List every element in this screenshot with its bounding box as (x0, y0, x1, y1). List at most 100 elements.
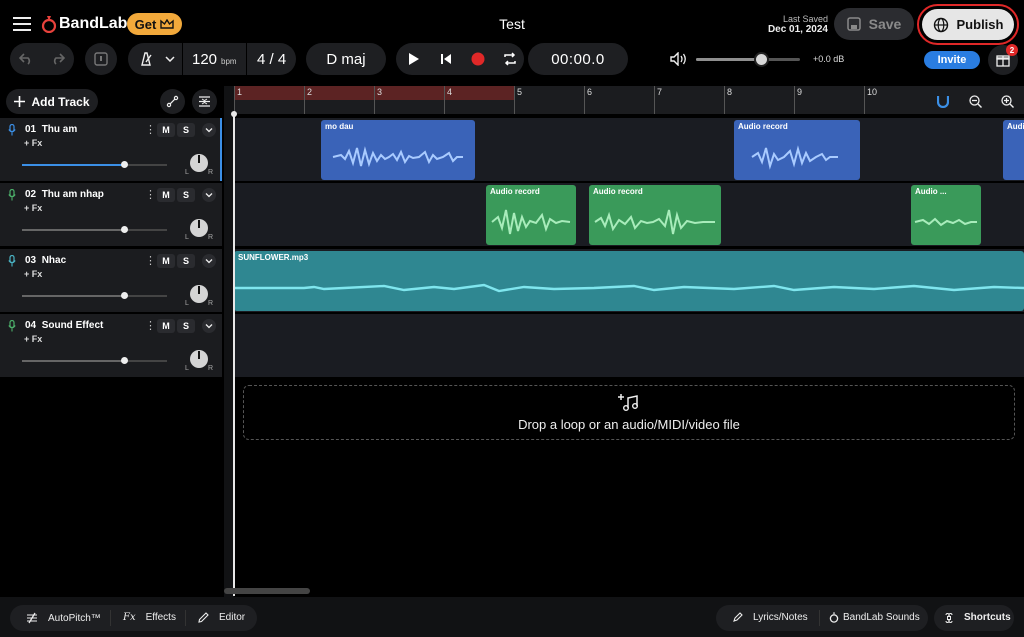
track-header[interactable]: 04 Sound Effect + Fx ⋮ M S L R (0, 314, 222, 378)
get-membership-button[interactable]: Get (127, 13, 182, 35)
track-expand-chevron-icon[interactable] (202, 319, 216, 333)
metronome-icon[interactable] (136, 49, 156, 69)
track-lane[interactable] (234, 314, 1024, 378)
invite-label: Invite (937, 54, 967, 66)
loop-icon[interactable] (500, 49, 520, 69)
zoom-out-icon[interactable] (966, 92, 984, 110)
skip-to-start-icon[interactable] (436, 49, 456, 69)
record-icon[interactable] (468, 49, 488, 69)
add-fx-button[interactable]: + Fx (24, 138, 42, 148)
mute-button[interactable]: M (157, 319, 175, 333)
pan-knob[interactable] (190, 154, 208, 172)
mute-button[interactable]: M (157, 254, 175, 268)
save-button[interactable]: Save (834, 8, 914, 40)
clip-waveform (914, 217, 977, 227)
solo-button[interactable]: S (177, 319, 195, 333)
bandlab-sounds-button[interactable]: BandLab Sounds (829, 612, 920, 623)
pan-knob[interactable] (190, 285, 208, 303)
track-name[interactable]: 03 Nhac (25, 255, 66, 266)
track-expand-chevron-icon[interactable] (202, 254, 216, 268)
add-fx-button[interactable]: + Fx (24, 334, 42, 344)
audio-clip[interactable]: Audio ... (911, 185, 981, 245)
playhead[interactable] (233, 114, 235, 596)
shortcuts-label: Shortcuts (964, 612, 1011, 623)
zoom-in-icon[interactable] (998, 92, 1016, 110)
track-volume-handle[interactable] (121, 161, 128, 168)
time-display[interactable]: 00:00.0 (528, 43, 628, 75)
track-volume-slider[interactable] (22, 292, 167, 299)
audio-clip[interactable]: Audio record (486, 185, 576, 245)
track-volume-slider[interactable] (22, 161, 167, 168)
bottom-divider (819, 610, 820, 626)
playhead-handle[interactable] (231, 111, 237, 117)
audio-clip[interactable]: Audi (1003, 120, 1024, 180)
track-expand-chevron-icon[interactable] (202, 123, 216, 137)
track-expand-chevron-icon[interactable] (202, 188, 216, 202)
track-name[interactable]: 02 Thu am nhap (25, 189, 104, 200)
track-options-icon[interactable]: ⋮ (145, 188, 156, 201)
invite-button[interactable]: Invite (924, 51, 980, 69)
track-volume-handle[interactable] (121, 357, 128, 364)
add-fx-button[interactable]: + Fx (24, 269, 42, 279)
autopitch-button[interactable]: AutoPitch™ (26, 612, 101, 624)
play-icon[interactable] (404, 49, 424, 69)
clip-label: Audio ... (915, 187, 947, 196)
speaker-icon[interactable] (668, 49, 690, 69)
bottom-divider (110, 610, 111, 626)
lyrics-notes-button[interactable]: Lyrics/Notes (732, 612, 808, 623)
track-volume-handle[interactable] (121, 226, 128, 233)
time-signature[interactable]: 4 / 4 (257, 51, 286, 68)
get-label: Get (134, 16, 157, 32)
pan-knob[interactable] (190, 219, 208, 237)
mute-button[interactable]: M (157, 123, 175, 137)
track-name[interactable]: 04 Sound Effect (25, 320, 103, 331)
brand-name[interactable]: BandLab (59, 15, 127, 33)
tempo-value[interactable]: 120 (192, 51, 217, 68)
track-options-icon[interactable]: ⋮ (145, 254, 156, 267)
audio-clip[interactable]: SUNFLOWER.mp3 (234, 251, 1024, 311)
solo-button[interactable]: S (177, 123, 195, 137)
horizontal-scrollbar[interactable] (224, 588, 310, 594)
crown-icon (160, 18, 175, 30)
track-volume-slider[interactable] (22, 357, 167, 364)
add-track-button[interactable]: Add Track (6, 89, 98, 114)
automation-icon (164, 93, 181, 110)
snap-magnet-icon[interactable] (934, 92, 952, 110)
bandlab-logo-icon[interactable] (40, 14, 58, 34)
bar-tick (794, 86, 795, 114)
menu-icon[interactable] (12, 14, 32, 34)
track-options-icon[interactable]: ⋮ (145, 319, 156, 332)
bar-tick (654, 86, 655, 114)
shortcuts-item[interactable]: Shortcuts (944, 612, 1011, 623)
audio-clip[interactable]: mo dau (321, 120, 475, 180)
track-volume-slider[interactable] (22, 226, 167, 233)
editor-button[interactable]: Editor (198, 612, 245, 623)
bandlab-sounds-label: BandLab Sounds (843, 612, 920, 623)
track-lane[interactable]: Audio record Audio record Audio ... (234, 183, 1024, 247)
audio-clip[interactable]: Audio record (589, 185, 721, 245)
track-options-icon[interactable]: ⋮ (145, 123, 156, 136)
track-header[interactable]: 02 Thu am nhap + Fx ⋮ M S L R (0, 183, 222, 247)
effects-button[interactable]: Fx Effects (123, 612, 176, 623)
track-lane[interactable]: mo dau Audio record Audi (234, 118, 1024, 182)
redo-icon[interactable] (48, 49, 68, 69)
track-name[interactable]: 01 Thu am (25, 124, 77, 135)
timeline-ruler[interactable]: 1 2 3 4 5 6 7 8 9 10 (234, 86, 1024, 114)
track-header[interactable]: 03 Nhac + Fx ⋮ M S L R (0, 249, 222, 313)
undo-icon[interactable] (16, 49, 36, 69)
audio-clip[interactable]: Audio record (734, 120, 860, 180)
publish-button[interactable]: Publish (917, 4, 1019, 45)
mute-button[interactable]: M (157, 188, 175, 202)
solo-button[interactable]: S (177, 188, 195, 202)
solo-button[interactable]: S (177, 254, 195, 268)
tempo-divider (182, 43, 183, 75)
bar-tick (304, 86, 305, 114)
pan-knob[interactable] (190, 350, 208, 368)
master-volume-handle[interactable] (754, 52, 769, 67)
add-fx-button[interactable]: + Fx (24, 203, 42, 213)
track-header[interactable]: 01 Thu am + Fx ⋮ M S L R (0, 118, 222, 182)
track-lane[interactable]: SUNFLOWER.mp3 (234, 249, 1024, 313)
metronome-options-chevron-icon[interactable] (162, 50, 178, 68)
track-volume-handle[interactable] (121, 292, 128, 299)
project-title[interactable]: Test (440, 16, 584, 32)
